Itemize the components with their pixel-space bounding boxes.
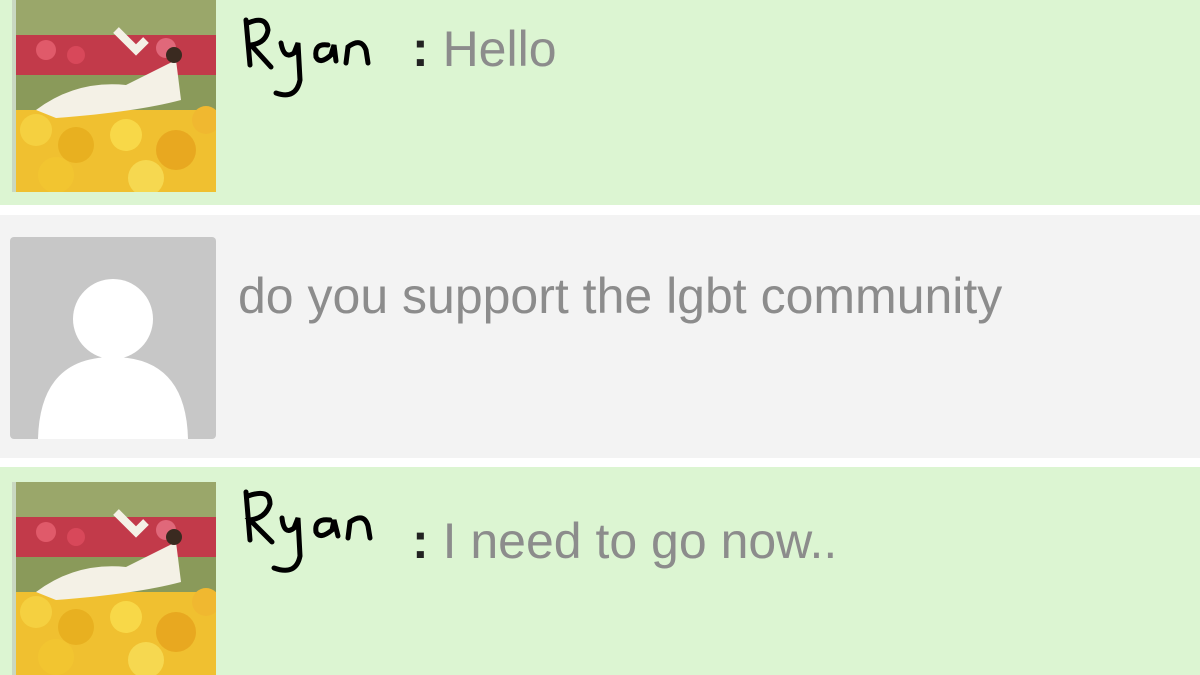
avatar[interactable] xyxy=(16,0,216,192)
default-avatar-icon[interactable] xyxy=(10,237,216,439)
sender-name-signature xyxy=(236,5,406,115)
chat-message-row: do you support the lgbt community xyxy=(0,215,1200,458)
flower-photo-image xyxy=(16,482,216,675)
sender-name-signature xyxy=(236,482,406,592)
message-text: : I need to go now.. xyxy=(412,513,838,569)
avatar[interactable] xyxy=(16,482,216,675)
flower-photo-image xyxy=(16,0,216,192)
message-text: : Hello xyxy=(412,21,557,77)
chat-message-row: : I need to go now.. xyxy=(0,467,1200,675)
chat-message-row: : Hello xyxy=(0,0,1200,205)
message-text: do you support the lgbt community xyxy=(238,268,1003,324)
